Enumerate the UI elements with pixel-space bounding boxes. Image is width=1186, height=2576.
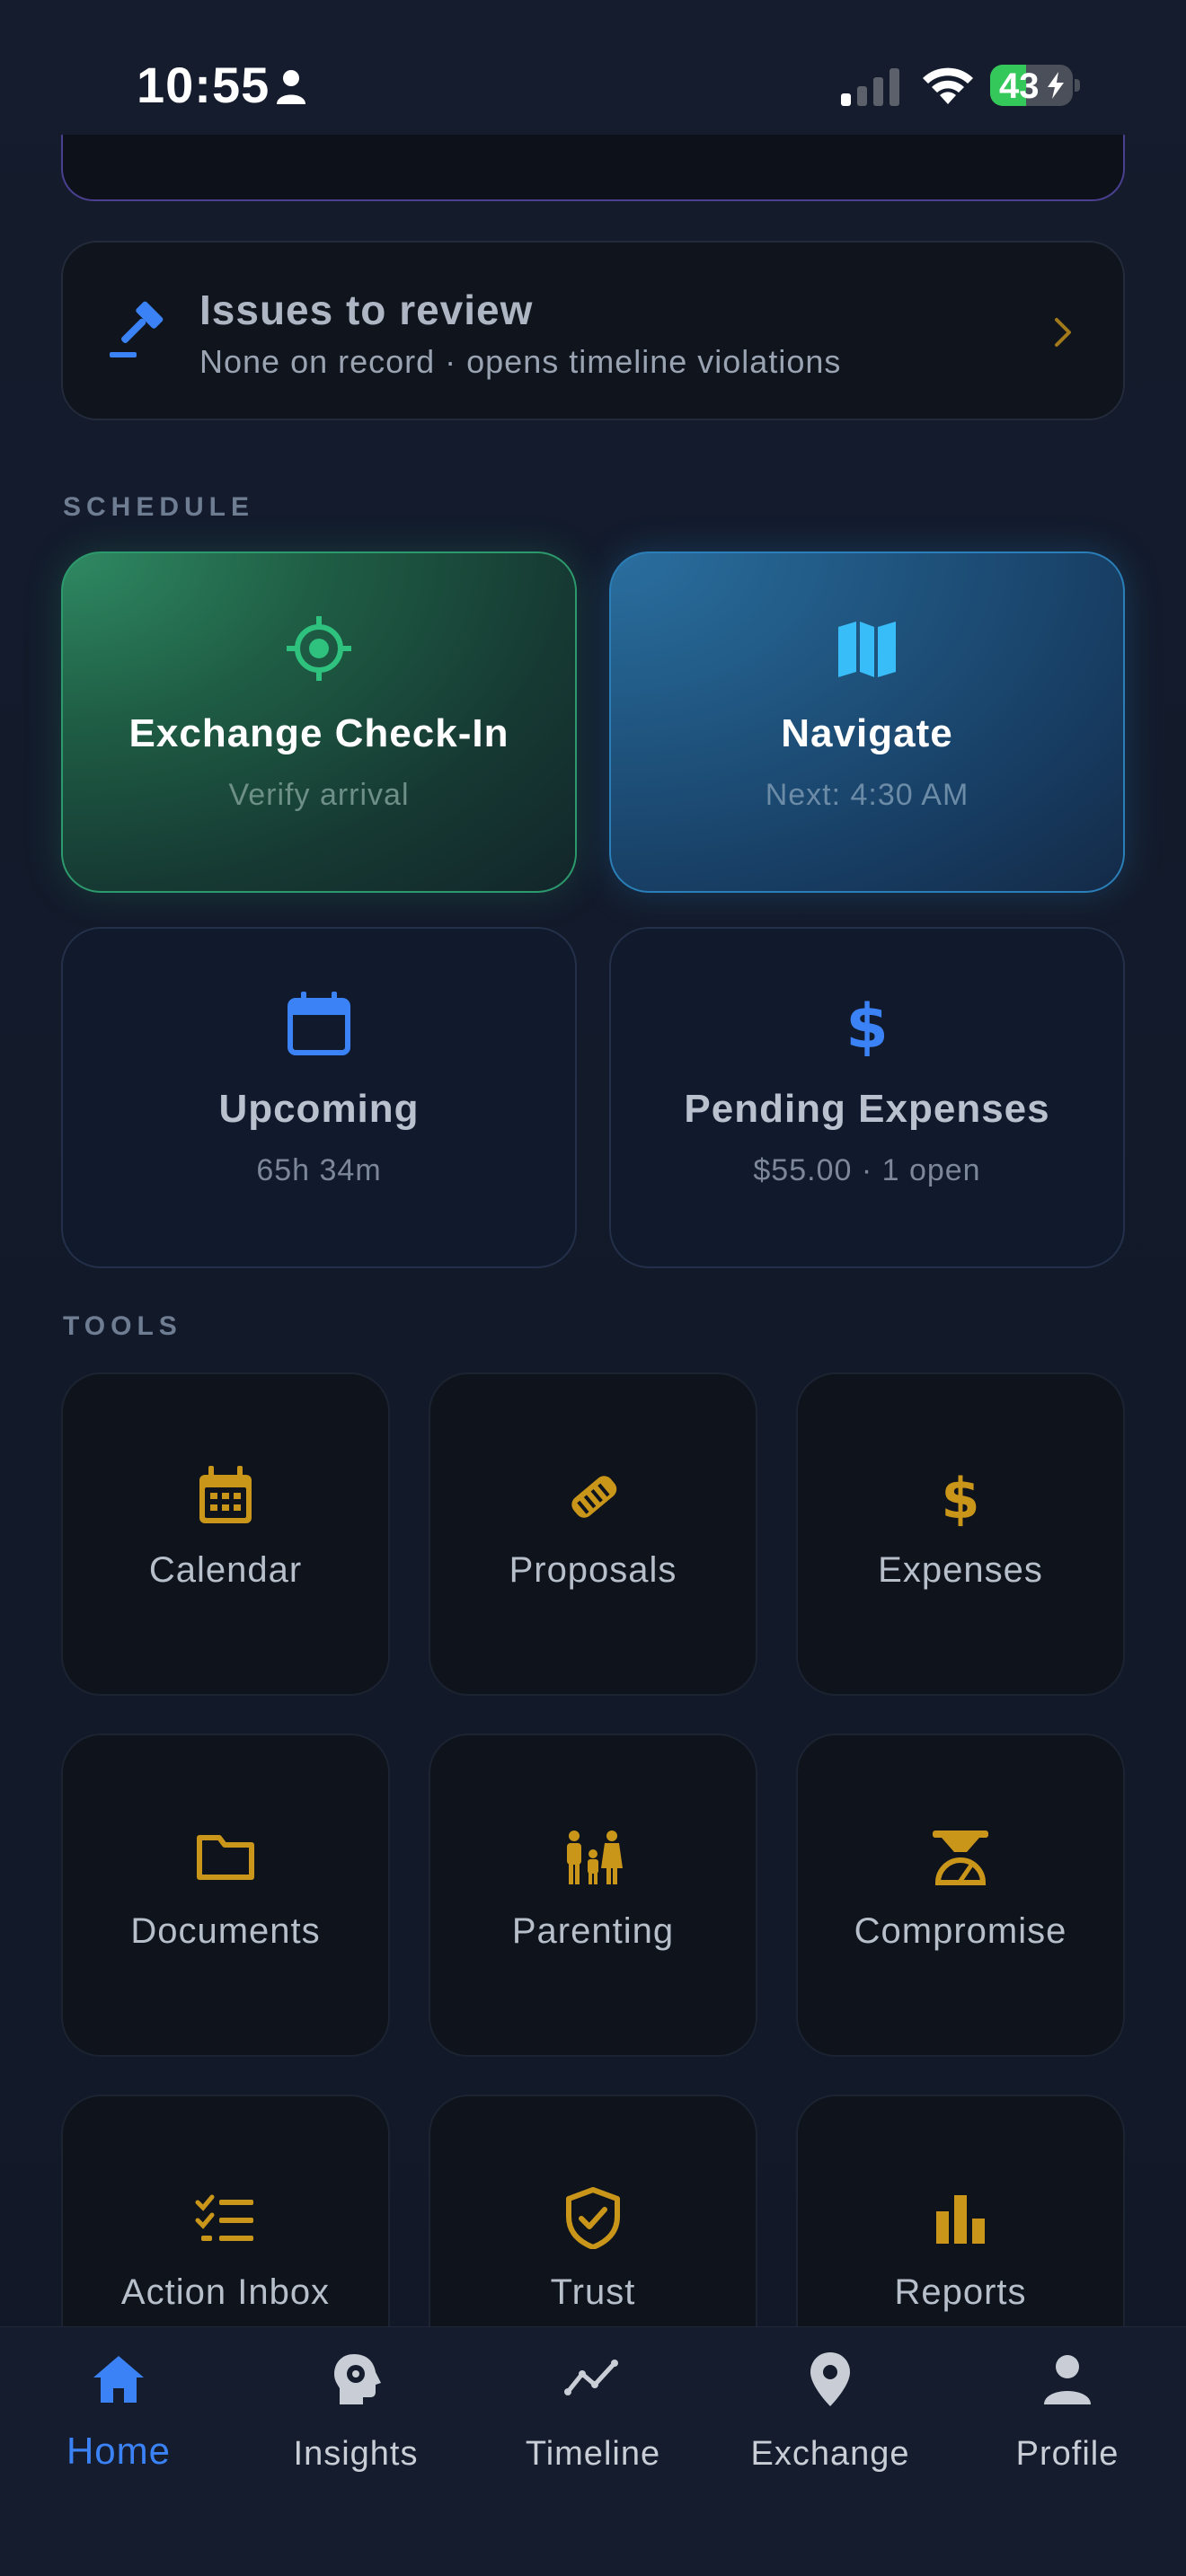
issues-title: Issues to review [199,287,534,333]
status-time: 10:55 [137,57,270,113]
bottom-navigation: Home Insights Timeline Exchange Profile [0,2326,1186,2576]
tool-proposals-label: Proposals [509,1550,677,1590]
scale-icon [933,1831,988,1885]
shield-check-icon [566,2187,620,2249]
nav-profile-label: Profile [1015,2435,1120,2473]
svg-text:$: $ [941,1466,979,1527]
home-screen: 10:55 43 Issues to review None on record… [0,0,1186,2576]
exchange-checkin-card[interactable]: Exchange Check-In Verify arrival [61,551,577,893]
upcoming-card[interactable]: Upcoming 65h 34m [61,927,577,1268]
checklist-icon [195,2194,253,2241]
chevron-right-icon [1055,318,1071,347]
navigate-title: Navigate [781,711,953,755]
person-status-icon [277,70,305,104]
tool-calendar-label: Calendar [148,1550,303,1590]
dollar-icon: $ [845,992,888,1060]
navigate-card[interactable]: Navigate Next: 4:30 AM [609,551,1125,893]
nav-home-label: Home [66,2430,172,2472]
dollar-icon: $ [941,1466,979,1527]
battery-cap [1075,79,1080,92]
tool-compromise-label: Compromise [854,1911,1067,1951]
person-icon [1044,2355,1091,2404]
svg-text:$: $ [845,992,888,1060]
map-icon [838,622,896,677]
tool-compromise[interactable]: Compromise [796,1734,1125,2057]
tool-proposals[interactable]: Proposals [429,1372,757,1696]
crosshair-icon [287,616,351,681]
nav-insights[interactable]: Insights [248,2351,464,2476]
family-icon [567,1831,623,1884]
tool-reports-label: Reports [894,2272,1027,2312]
tool-documents[interactable]: Documents [61,1734,390,2057]
navigate-subtitle: Next: 4:30 AM [765,778,969,812]
tool-trust-label: Trust [550,2272,636,2312]
pending-expenses-card[interactable]: $ Pending Expenses $55.00 · 1 open [609,927,1125,1268]
location-pin-icon [810,2352,850,2406]
tool-calendar[interactable]: Calendar [61,1372,390,1696]
nav-profile[interactable]: Profile [960,2351,1175,2476]
upcoming-title: Upcoming [218,1087,420,1131]
schedule-section-label: SCHEDULE [63,492,255,522]
calendar-icon [288,992,350,1055]
scrolled-card-bottom [61,135,1125,201]
issues-subtitle: None on record · opens timeline violatio… [199,343,842,380]
folder-icon [197,1835,254,1880]
handshake-icon [571,1476,617,1518]
tool-expenses[interactable]: $ Expenses [796,1372,1125,1696]
gavel-icon [110,301,164,357]
tool-expenses-label: Expenses [878,1550,1043,1590]
head-gear-icon [334,2354,381,2404]
tool-documents-label: Documents [130,1911,321,1951]
issues-to-review-card[interactable]: Issues to review None on record · opens … [61,241,1125,420]
tool-parenting[interactable]: Parenting [429,1734,757,2057]
line-chart-icon [564,2360,618,2395]
calendar-grid-icon [199,1466,252,1523]
nav-exchange[interactable]: Exchange [722,2351,938,2476]
pending-expenses-summary: $55.00 · 1 open [753,1153,981,1187]
tool-parenting-label: Parenting [511,1911,675,1951]
tools-section-label: TOOLS [63,1311,182,1341]
bar-chart-icon [936,2195,985,2244]
upcoming-countdown: 65h 34m [256,1153,382,1187]
charging-bolt-icon [1048,72,1064,99]
battery-percent: 43 [999,66,1040,106]
nav-timeline-label: Timeline [525,2435,661,2473]
nav-timeline[interactable]: Timeline [485,2351,701,2476]
wifi-icon [923,67,973,104]
nav-home[interactable]: Home [11,2351,226,2476]
nav-exchange-label: Exchange [750,2435,910,2473]
pending-expenses-title: Pending Expenses [684,1087,1050,1131]
tool-action-inbox-label: Action Inbox [120,2272,331,2312]
checkin-subtitle: Verify arrival [228,778,410,812]
signal-icon [841,68,899,106]
battery-indicator: 43 [990,65,1073,106]
home-icon [93,2356,144,2403]
nav-insights-label: Insights [293,2435,419,2473]
checkin-title: Exchange Check-In [128,711,509,755]
